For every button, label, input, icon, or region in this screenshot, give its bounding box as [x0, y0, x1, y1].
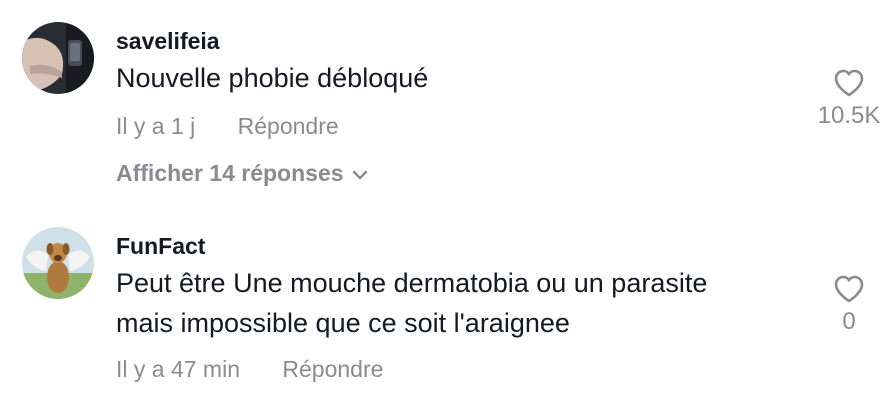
comment-item: savelifeia Nouvelle phobie débloqué Il y… [0, 0, 894, 200]
like-control: 0 [804, 274, 894, 336]
comment-time: Il y a 47 min [116, 356, 240, 382]
comment-text-line: Peut être Une mouche dermatobia ou un pa… [116, 268, 708, 298]
comment-text-line: Nouvelle phobie débloqué [116, 63, 429, 93]
comment-time: Il y a 1 j [116, 113, 196, 139]
comment-meta: Il y a 1 j Répondre [116, 113, 339, 140]
comment-meta: Il y a 47 min Répondre [116, 356, 383, 383]
comment-username[interactable]: FunFact [116, 233, 205, 260]
comment-text: Nouvelle phobie débloqué [116, 58, 428, 98]
avatar[interactable] [22, 227, 94, 299]
comment-username[interactable]: savelifeia [116, 28, 220, 55]
like-count: 0 [842, 308, 856, 335]
view-replies-button[interactable]: Afficher 14 réponses [116, 160, 368, 187]
chevron-down-icon [352, 170, 367, 180]
like-count: 10.5K [817, 102, 881, 129]
comment-text-line: mais impossible que ce soit l'araignee [116, 308, 570, 338]
comment-item: FunFact Peut être Une mouche dermatobia … [0, 200, 894, 402]
avatar[interactable] [22, 22, 94, 94]
heart-outline-icon[interactable] [833, 274, 865, 304]
like-control: 10.5K [804, 68, 894, 130]
view-replies-label: Afficher 14 réponses [116, 160, 344, 186]
reply-button[interactable]: Répondre [282, 356, 383, 382]
reply-button[interactable]: Répondre [238, 113, 339, 139]
comment-text: Peut être Une mouche dermatobia ou un pa… [116, 263, 707, 343]
heart-outline-icon[interactable] [833, 68, 865, 98]
